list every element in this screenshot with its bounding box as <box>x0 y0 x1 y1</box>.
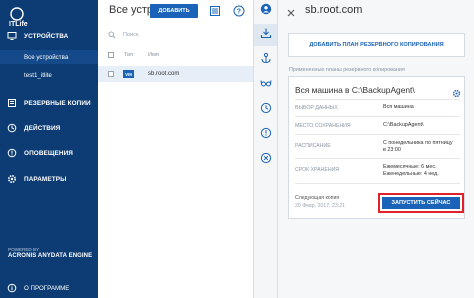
field-value: C:\BackupAgent\ <box>383 122 424 128</box>
alert-icon <box>7 148 17 158</box>
alert-icon <box>260 126 272 144</box>
nav-settings-label: ПАРАМЕТРЫ <box>24 175 67 183</box>
field-label: МЕСТО СОХРАНЕНИЯ <box>295 123 351 129</box>
add-device-button[interactable]: ДОБАВИТЬ <box>150 4 198 18</box>
nav-activities-label: ДЕЙСТВИЯ <box>24 124 61 132</box>
action-bar <box>253 0 278 298</box>
search-placeholder: Поиск <box>123 32 139 38</box>
detail-title: sb.root.com <box>305 4 363 16</box>
delete-action-button[interactable] <box>254 149 277 171</box>
user-button[interactable] <box>254 0 277 22</box>
engine-name: ACRONIS ANYDATA ENGINE <box>8 253 93 259</box>
run-now-button[interactable]: ЗАПУСТИТЬ СЕЙЧАС <box>382 197 460 209</box>
field-label: ВЫБОР ДАННЫХ <box>295 105 338 111</box>
sidebar-item-label: test1_itlite <box>24 71 52 79</box>
divider <box>295 134 460 135</box>
info-icon <box>7 283 17 293</box>
powered-by: POWERED BY <box>8 247 40 252</box>
backup-icon <box>260 26 272 44</box>
divider <box>295 158 460 159</box>
nav-backups-label: РЕЗЕРВНЫЕ КОПИИ <box>24 99 91 107</box>
search-input[interactable]: Поиск <box>98 28 253 42</box>
recovery-icon <box>260 51 272 69</box>
glasses-icon <box>260 76 272 94</box>
alerts-action-button[interactable] <box>254 124 277 146</box>
device-list-pane: Все устр... ДОБАВИТЬ ? Поиск Тип Имя VM … <box>98 0 253 298</box>
field-label: СРОК ХРАНЕНИЯ <box>295 167 340 173</box>
add-backup-plan-button[interactable]: ДОБАВИТЬ ПЛАН РЕЗЕРВНОГО КОПИРОВАНИЯ <box>288 33 465 57</box>
applied-plans-label: Примененные планы резервного копирования <box>289 67 405 73</box>
sidebar-item-all-devices[interactable]: Все устройства <box>0 50 98 64</box>
divider <box>295 99 460 100</box>
plan-settings-icon[interactable] <box>452 85 461 98</box>
select-all-checkbox[interactable] <box>108 52 114 58</box>
backup-action-button[interactable] <box>254 24 277 46</box>
help-icon[interactable]: ? <box>233 4 245 17</box>
nav-devices-label: УСТРОЙСТВА <box>24 32 69 40</box>
field-value: Ежемесячные: 6 мес. Еженедельные: 4 нед. <box>383 164 439 178</box>
field-label: РАСПИСАНИЕ <box>295 143 331 149</box>
run-now-highlight: ЗАПУСТИТЬ СЕЙЧАС <box>378 193 464 213</box>
grid-view-icon[interactable] <box>209 4 221 16</box>
next-backup-value: 20 Февр. 2017, 23:21 <box>295 203 345 209</box>
recovery-action-button[interactable] <box>254 49 277 71</box>
activities-icon <box>7 123 17 133</box>
table-row[interactable]: VM sb.root.com <box>98 66 253 82</box>
next-backup-label: Следующая копия <box>295 195 340 201</box>
plan-title: Вся машина в C:\BackupAgent\ <box>295 85 415 95</box>
close-icon[interactable] <box>286 5 296 17</box>
col-name: Имя <box>148 52 159 58</box>
svg-text:?: ? <box>237 9 241 16</box>
col-type: Тип <box>124 52 134 58</box>
nav-activities[interactable]: ДЕЙСТВИЯ <box>0 119 98 137</box>
nav-devices[interactable]: УСТРОЙСТВА <box>0 27 98 45</box>
gear-icon <box>7 174 17 184</box>
user-icon <box>260 2 272 20</box>
nav-backups[interactable]: РЕЗЕРВНЫЕ КОПИИ <box>0 94 98 112</box>
monitor-icon <box>7 31 17 41</box>
nav-alerts[interactable]: ОПОВЕЩЕНИЯ <box>0 144 98 162</box>
device-name: sb.root.com <box>148 71 180 77</box>
about-label: О ПРОГРАММЕ <box>24 284 70 292</box>
about-link[interactable]: О ПРОГРАММЕ <box>0 280 98 296</box>
itlife-logo: ITLife <box>8 6 40 28</box>
nav-settings[interactable]: ПАРАМЕТРЫ <box>0 170 98 188</box>
activities-action-button[interactable] <box>254 99 277 121</box>
glasses-action-button[interactable] <box>254 74 277 96</box>
clock-icon <box>260 101 272 119</box>
divider <box>295 183 460 184</box>
nav-alerts-label: ОПОВЕЩЕНИЯ <box>24 149 73 157</box>
backups-icon <box>7 98 17 108</box>
sidebar: ITLife УСТРОЙСТВА Все устройства test1_i… <box>0 0 98 298</box>
search-icon <box>108 31 116 41</box>
sidebar-item-test1[interactable]: test1_itlite <box>0 68 98 82</box>
backup-plan-card: Вся машина в C:\BackupAgent\ ВЫБОР ДАННЫ… <box>288 76 465 219</box>
delete-icon <box>260 151 272 169</box>
vm-icon: VM <box>123 70 134 78</box>
field-value: Вся машина <box>383 104 414 110</box>
divider <box>295 116 460 117</box>
row-checkbox[interactable] <box>108 71 114 77</box>
device-detail-panel: sb.root.com ДОБАВИТЬ ПЛАН РЕЗЕРВНОГО КОП… <box>278 0 474 298</box>
table-header: Тип Имя <box>98 49 253 61</box>
sidebar-item-label: Все устройства <box>24 53 69 61</box>
field-value: С понедельника по пятницу в 23:00 <box>383 140 453 154</box>
